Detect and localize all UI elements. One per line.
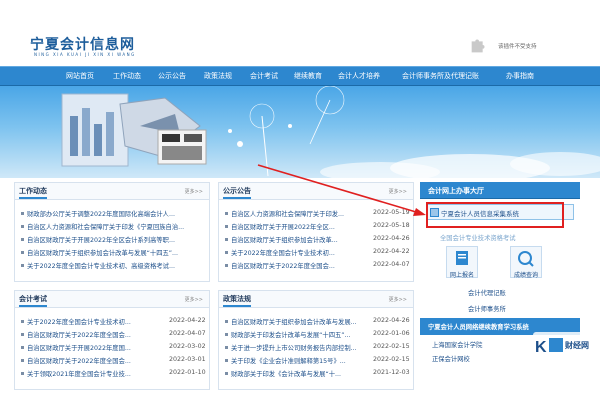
watermark-text: 财经网 bbox=[565, 341, 589, 350]
watermark-logo: K 财经网 bbox=[533, 332, 593, 360]
svg-text:K: K bbox=[535, 339, 547, 356]
page: 宁夏会计信息网 NING XIA KUAI JI XIN XI WANG 该插件… bbox=[0, 0, 600, 400]
annotation-arrow-icon bbox=[257, 164, 426, 216]
